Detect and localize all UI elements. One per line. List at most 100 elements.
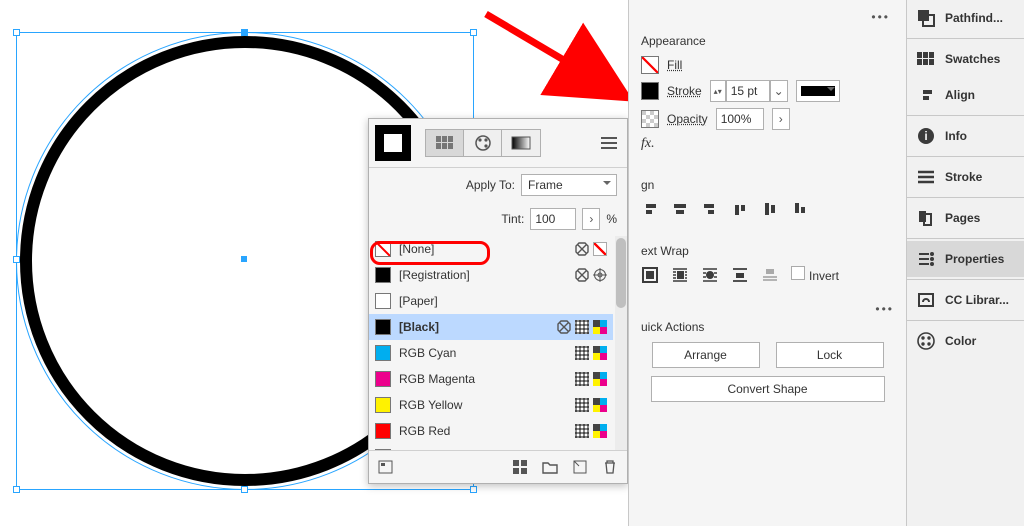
delete-swatch-button[interactable] [599,457,621,477]
stroke-icon [917,170,935,184]
process-color-icon [593,450,607,451]
panel-options-button[interactable]: ••• [871,10,890,24]
stroke-weight-input[interactable]: 15 pt [726,80,770,102]
global-swatch-icon [575,450,589,451]
opacity-link[interactable]: Opacity [667,112,708,126]
swatch-item-black[interactable]: [Black] [369,314,613,340]
stroke-swatch[interactable] [641,82,659,100]
stroke-weight-stepper[interactable]: ▴▾ [710,80,726,102]
stroke-style-preview [801,86,835,96]
mode-tab-gradient[interactable] [502,130,540,156]
resize-handle-w[interactable] [13,256,20,263]
swatch-item-label: [Black] [399,320,549,334]
swatch-chip [375,293,391,309]
swatch-item-green[interactable]: RGB Green [369,444,613,450]
rail-label: Align [945,88,975,102]
rail-align[interactable]: Align [907,77,1024,113]
resize-handle-n[interactable] [241,29,248,36]
swatches-popout: Apply To: Frame Tint: 100 › % [None] [Re… [368,118,628,484]
align-left-icon[interactable] [641,200,659,218]
stroke-link[interactable]: Stroke [667,84,702,98]
align-bottom-icon[interactable] [791,200,809,218]
tint-input[interactable]: 100 [530,208,576,230]
swatch-item-registration[interactable]: [Registration] [369,262,613,288]
resize-handle-se[interactable] [470,486,477,493]
rail-label: Swatches [945,52,1000,66]
global-swatch-icon [575,346,589,360]
gradient-icon [511,136,531,150]
opacity-swatch[interactable] [641,110,659,128]
align-hcenter-icon[interactable] [671,200,689,218]
selection-center[interactable] [241,256,247,262]
swatch-item-paper[interactable]: [Paper] [369,288,613,314]
apply-to-select[interactable]: Frame [521,174,617,196]
swatch-chip [375,267,391,283]
opacity-slider-toggle[interactable]: › [772,108,790,130]
resize-handle-s[interactable] [241,486,248,493]
convert-shape-label: Convert Shape [727,382,807,396]
tint-slider-toggle[interactable]: › [582,208,600,230]
rail-label: Stroke [945,170,982,184]
invert-checkbox[interactable] [791,266,805,280]
panel-menu-button[interactable] [597,133,621,153]
swatch-item-cyan[interactable]: RGB Cyan [369,340,613,366]
registration-icon [593,268,607,282]
properties-panel: ••• Appearance Fill Stroke ▴▾ 15 pt ⌄ Op… [628,0,906,526]
opacity-input[interactable]: 100% [716,108,764,130]
resize-handle-sw[interactable] [13,486,20,493]
resize-handle-ne[interactable] [470,29,477,36]
convert-shape-button[interactable]: Convert Shape [651,376,885,402]
swatch-view-button[interactable] [509,457,531,477]
section-quickactions-title: uick Actions [641,320,894,334]
quick-actions-menu[interactable]: ••• [641,302,894,316]
stroke-style-select[interactable] [796,80,840,102]
new-swatch-button[interactable] [569,457,591,477]
resize-handle-nw[interactable] [13,29,20,36]
rail-stroke[interactable]: Stroke [907,159,1024,195]
swatch-item-label: [Paper] [399,294,599,308]
align-vcenter-icon[interactable] [761,200,779,218]
lock-button[interactable]: Lock [776,342,884,368]
swatch-item-red[interactable]: RGB Red [369,418,613,444]
swatch-item-label: [Registration] [399,268,567,282]
section-textwrap-title: ext Wrap [641,244,894,258]
swatch-item-label: RGB Magenta [399,372,567,386]
swatch-scroll-thumb[interactable] [616,238,626,308]
rail-info[interactable]: i Info [907,118,1024,154]
swatch-item-magenta[interactable]: RGB Magenta [369,366,613,392]
rail-swatches[interactable]: Swatches [907,41,1024,77]
swatch-scrollbar[interactable] [615,236,627,450]
fill-link[interactable]: Fill [667,58,682,72]
rail-cc-libraries[interactable]: CC Librar... [907,282,1024,318]
rail-color[interactable]: Color [907,323,1024,359]
wrap-none-icon[interactable] [641,266,659,284]
stroke-weight-dropdown[interactable]: ⌄ [770,80,788,102]
rail-label: Info [945,129,967,143]
wrap-jump-column-icon[interactable] [761,266,779,284]
rail-pathfinder[interactable]: Pathfind... [907,0,1024,36]
wrap-jump-icon[interactable] [731,266,749,284]
swatch-chip [375,345,391,361]
fill-swatch[interactable] [641,56,659,74]
swatch-page-icon [378,460,394,474]
align-right-icon[interactable] [701,200,719,218]
global-swatch-icon [575,398,589,412]
rail-pages[interactable]: Pages [907,200,1024,236]
wrap-bounding-icon[interactable] [671,266,689,284]
rail-label: Pathfind... [945,11,1003,25]
swatch-item-yellow[interactable]: RGB Yellow [369,392,613,418]
swatch-item-none[interactable]: [None] [369,236,613,262]
mode-tab-swatches[interactable] [426,130,464,156]
mode-tab-color[interactable] [464,130,502,156]
arrange-button[interactable]: Arrange [652,342,760,368]
active-swatch-proxy[interactable] [375,125,411,161]
grid-small-icon [513,460,527,474]
new-swatch-group-from-selection-button[interactable] [375,457,397,477]
rail-properties[interactable]: Properties [907,241,1024,277]
effects-button[interactable]: fx. [641,136,655,152]
align-top-icon[interactable] [731,200,749,218]
trash-icon [603,460,617,474]
new-color-group-button[interactable] [539,457,561,477]
hamburger-icon [601,137,617,149]
wrap-shape-icon[interactable] [701,266,719,284]
